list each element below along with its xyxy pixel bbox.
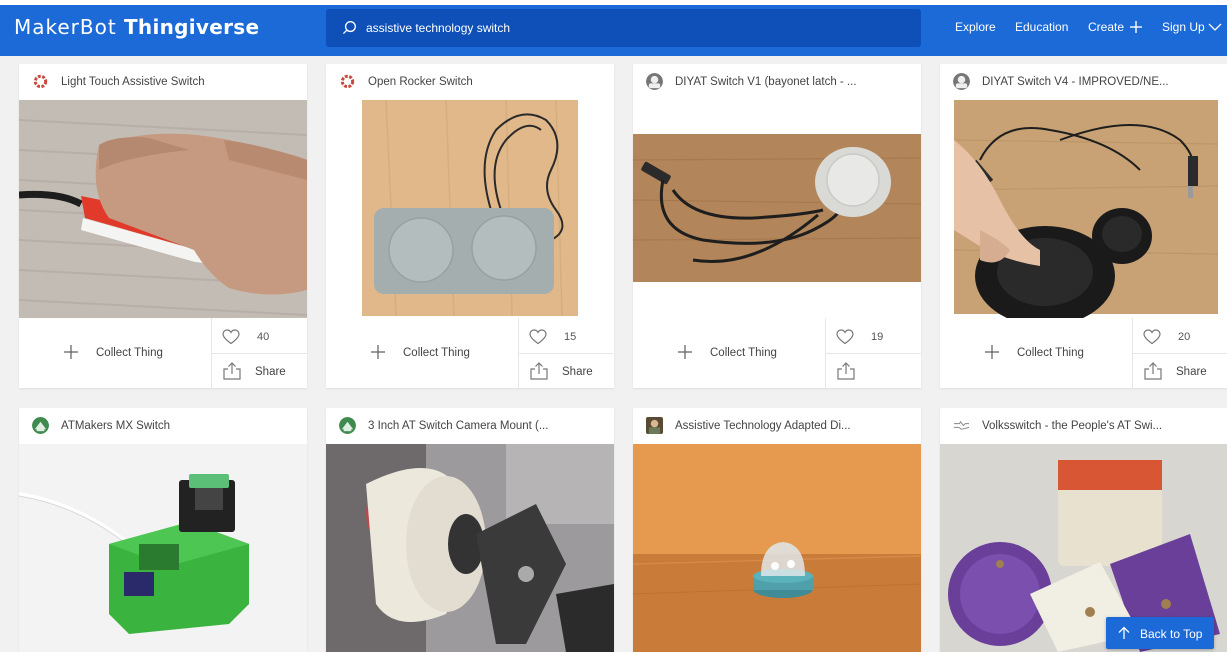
- back-to-top-button[interactable]: Back to Top: [1106, 617, 1214, 649]
- chevron-down-icon[interactable]: [1208, 23, 1222, 32]
- like-button[interactable]: 19: [826, 318, 921, 353]
- card-header[interactable]: ATMakers MX Switch: [19, 408, 307, 444]
- nav-education[interactable]: Education: [1015, 20, 1068, 34]
- thing-title[interactable]: ATMakers MX Switch: [61, 420, 293, 432]
- plus-icon: [371, 345, 385, 359]
- thing-title[interactable]: Light Touch Assistive Switch: [61, 76, 293, 88]
- collect-thing-button[interactable]: Collect Thing: [19, 318, 209, 388]
- thing-title[interactable]: DIYAT Switch V1 (bayonet latch - ...: [675, 76, 907, 88]
- window-top-strip: [0, 0, 1227, 5]
- thing-card[interactable]: Assistive Technology Adapted Di...: [633, 408, 921, 652]
- card-actions: Collect Thing 15 Share: [326, 318, 614, 388]
- share-icon: [223, 362, 241, 380]
- user-icon: [646, 73, 663, 90]
- plus-icon: [985, 345, 999, 359]
- like-count: 20: [1178, 331, 1191, 343]
- share-label: Share: [1176, 366, 1207, 378]
- avatar-icon: [646, 417, 663, 434]
- thing-card[interactable]: Light Touch Assistive Switch Collect Thi…: [19, 64, 307, 388]
- thing-photo[interactable]: [633, 100, 921, 318]
- share-button[interactable]: Share: [212, 353, 307, 388]
- like-count: 15: [564, 331, 577, 343]
- thing-photo[interactable]: [940, 100, 1227, 318]
- thing-title[interactable]: Volksswitch - the People's AT Swi...: [982, 420, 1214, 432]
- nav-sign-up[interactable]: Sign Up: [1162, 20, 1205, 34]
- share-button[interactable]: Share: [1133, 353, 1227, 388]
- back-to-top-label: Back to Top: [1140, 627, 1203, 641]
- card-header[interactable]: 3 Inch AT Switch Camera Mount (...: [326, 408, 614, 444]
- collect-thing-button[interactable]: Collect Thing: [940, 318, 1130, 388]
- card-header[interactable]: Volksswitch - the People's AT Swi...: [940, 408, 1227, 444]
- card-header[interactable]: Open Rocker Switch: [326, 64, 614, 100]
- thing-card[interactable]: 3 Inch AT Switch Camera Mount (...: [326, 408, 614, 652]
- nav-create[interactable]: Create: [1088, 20, 1124, 34]
- card-header[interactable]: DIYAT Switch V4 - IMPROVED/NE...: [940, 64, 1227, 100]
- like-count: 40: [257, 331, 270, 343]
- thing-photo[interactable]: [633, 444, 921, 652]
- thing-card[interactable]: Open Rocker Switch Collect Thing 15 Shar…: [326, 64, 614, 388]
- thing-title[interactable]: Assistive Technology Adapted Di...: [675, 420, 907, 432]
- search-input[interactable]: [366, 9, 906, 47]
- card-actions: Collect Thing 19: [633, 318, 921, 388]
- thing-card[interactable]: DIYAT Switch V1 (bayonet latch - ... Col…: [633, 64, 921, 388]
- thing-photo[interactable]: [326, 444, 614, 652]
- plus-icon: [678, 345, 692, 359]
- collect-label: Collect Thing: [96, 347, 163, 359]
- share-icon: [1144, 362, 1162, 380]
- like-button[interactable]: 15: [519, 318, 614, 353]
- plus-icon: [64, 345, 78, 359]
- user-icon: [953, 73, 970, 90]
- card-header[interactable]: Assistive Technology Adapted Di...: [633, 408, 921, 444]
- thing-card[interactable]: ATMakers MX Switch: [19, 408, 307, 652]
- heart-icon: [836, 329, 854, 345]
- thing-card[interactable]: Volksswitch - the People's AT Swi...: [940, 408, 1227, 652]
- like-button[interactable]: 20: [1133, 318, 1227, 353]
- card-actions: Collect Thing 20 Share: [940, 318, 1227, 388]
- logo-maker-text: MakerBot: [14, 15, 117, 39]
- card-actions: Collect Thing 40 Share: [19, 318, 307, 388]
- logo-product-text: Thingiverse: [123, 15, 260, 39]
- thing-card[interactable]: DIYAT Switch V4 - IMPROVED/NE... Collect…: [940, 64, 1227, 388]
- heart-icon: [529, 329, 547, 345]
- collect-label: Collect Thing: [1017, 347, 1084, 359]
- collect-label: Collect Thing: [403, 347, 470, 359]
- nav-explore[interactable]: Explore: [955, 20, 996, 34]
- plus-icon[interactable]: [1129, 20, 1143, 34]
- collect-thing-button[interactable]: Collect Thing: [633, 318, 823, 388]
- card-header[interactable]: Light Touch Assistive Switch: [19, 64, 307, 100]
- heart-icon: [1143, 329, 1161, 345]
- thing-title[interactable]: 3 Inch AT Switch Camera Mount (...: [368, 420, 600, 432]
- thing-title[interactable]: Open Rocker Switch: [368, 76, 600, 88]
- share-label: Share: [562, 366, 593, 378]
- sketch-icon: [953, 420, 970, 430]
- gear-icon: [340, 74, 355, 89]
- collect-label: Collect Thing: [710, 347, 777, 359]
- share-icon: [837, 362, 855, 380]
- search-icon: [342, 21, 356, 35]
- gear-icon: [33, 74, 48, 89]
- thingiverse-logo[interactable]: MakerBot Thingiverse: [14, 15, 259, 39]
- like-count: 19: [871, 331, 884, 343]
- card-header[interactable]: DIYAT Switch V1 (bayonet latch - ...: [633, 64, 921, 100]
- thing-photo[interactable]: [19, 100, 307, 318]
- share-button[interactable]: [826, 353, 921, 388]
- heart-icon: [222, 329, 240, 345]
- avatar-icon: [339, 417, 356, 434]
- collect-thing-button[interactable]: Collect Thing: [326, 318, 516, 388]
- thing-title[interactable]: DIYAT Switch V4 - IMPROVED/NE...: [982, 76, 1214, 88]
- thing-photo[interactable]: [326, 100, 614, 318]
- avatar-icon: [32, 417, 49, 434]
- arrow-up-icon: [1118, 626, 1130, 639]
- top-navigation-bar: MakerBot Thingiverse Explore Education C…: [0, 0, 1227, 56]
- share-icon: [530, 362, 548, 380]
- share-label: Share: [255, 366, 286, 378]
- share-button[interactable]: Share: [519, 353, 614, 388]
- thing-photo[interactable]: [19, 444, 307, 652]
- search-bar[interactable]: [326, 9, 921, 47]
- like-button[interactable]: 40: [212, 318, 307, 353]
